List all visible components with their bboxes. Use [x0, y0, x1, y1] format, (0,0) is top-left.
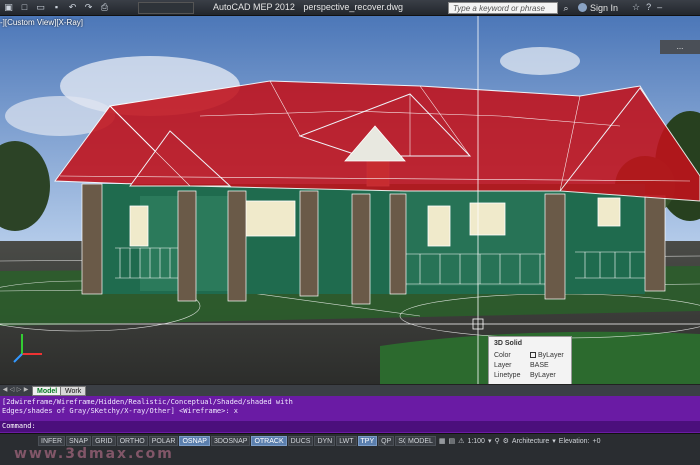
cloud	[500, 47, 580, 75]
tooltip-value-text: ByLayer	[538, 352, 564, 359]
annotation-scale[interactable]: 1:100	[467, 438, 485, 445]
layout-tabs-bar: ◀ ◁ ▷ ▶ Model Work	[0, 384, 700, 396]
help-icon[interactable]: ?	[646, 2, 651, 13]
tab-work[interactable]: Work	[60, 386, 87, 396]
toggle-qp[interactable]: QP	[378, 436, 395, 446]
tooltip-key: Linetype	[494, 372, 521, 379]
app-menu-icon[interactable]: ▣	[2, 1, 15, 14]
user-icon	[578, 3, 587, 12]
toggle-infer[interactable]: INFER	[38, 436, 65, 446]
window-title: AutoCAD MEP 2012 perspective_recover.dwg	[213, 2, 403, 12]
tooltip-value: BASE	[530, 362, 549, 369]
toggle-osnap[interactable]: OSNAP	[179, 436, 210, 446]
toggle-ducs[interactable]: DUCS	[287, 436, 314, 446]
color-swatch-icon	[530, 352, 536, 358]
model-space-button[interactable]: MODEL	[405, 436, 436, 446]
tooltip-key: Color	[494, 352, 511, 359]
elevation-value[interactable]: +0	[593, 438, 601, 445]
tooltip-key: Layer	[494, 362, 512, 369]
elevation-label: Elevation:	[558, 437, 590, 445]
sign-in-button[interactable]: Sign In	[578, 3, 618, 13]
search-input[interactable]: Type a keyword or phrase	[448, 2, 558, 14]
tooltip-row: Linetype ByLayer	[494, 371, 566, 381]
toggle-tpy[interactable]: TPY	[357, 436, 378, 446]
app-title: AutoCAD MEP 2012	[213, 2, 295, 12]
prev-tab-icon[interactable]: ◁	[9, 386, 15, 395]
tab-model[interactable]: Model	[32, 386, 63, 396]
quick-access-toolbar: ▣ □ ▭ ▪ ↶ ↷ ⎙	[0, 1, 111, 15]
undo-icon[interactable]: ↶	[66, 1, 79, 14]
chevron-down-icon[interactable]: ▾	[488, 437, 492, 445]
tooltip-value: ByLayer	[530, 351, 564, 361]
redo-icon[interactable]: ↷	[82, 1, 95, 14]
open-icon[interactable]: ▭	[34, 1, 47, 14]
tab-navigation: ◀ ◁ ▷ ▶	[2, 386, 29, 395]
new-icon[interactable]: □	[18, 1, 31, 14]
tooltip-title: 3D Solid	[494, 340, 523, 347]
file-name: perspective_recover.dwg	[303, 2, 403, 12]
toggle-otrack[interactable]: OTRACK	[251, 436, 287, 446]
first-tab-icon[interactable]: ◀	[2, 386, 8, 395]
command-input[interactable]: Command:	[0, 421, 700, 432]
next-tab-icon[interactable]: ▷	[16, 386, 22, 395]
display-configuration[interactable]: Architecture	[512, 438, 549, 445]
tooltip-row: Layer BASE	[494, 361, 566, 371]
command-history-line: Edges/shades of Gray/SKetchy/X-ray/Other…	[2, 407, 239, 415]
title-bar: ▣ □ ▭ ▪ ↶ ↷ ⎙ AutoCAD MEP 2012 perspecti…	[0, 0, 700, 16]
workspace-dropdown[interactable]	[138, 2, 194, 14]
command-history: [2dwireframe/Wireframe/Hidden/Realistic/…	[2, 398, 322, 416]
command-window[interactable]: [2dwireframe/Wireframe/Hidden/Realistic/…	[0, 396, 700, 433]
viewport-controls[interactable]: -][Custom View][X-Ray]	[0, 18, 83, 27]
tooltip-value: ByLayer	[530, 372, 556, 379]
toggle-lwt[interactable]: LWT	[336, 436, 357, 446]
minimize-icon[interactable]: –	[657, 2, 662, 13]
viewport-close-button[interactable]: ...	[660, 40, 700, 54]
annotation-visibility-icon[interactable]: ⚲	[494, 437, 499, 445]
last-tab-icon[interactable]: ▶	[23, 386, 29, 395]
toggle-3dosnap[interactable]: 3DOSNAP	[210, 436, 251, 446]
status-bar-right: MODEL ▦ ▤ ⚠ 1:100 ▾ ⚲ ⚙ Architecture ▾ E…	[405, 436, 601, 446]
command-history-line: [2dwireframe/Wireframe/Hidden/Realistic/…	[2, 398, 293, 406]
search-icon[interactable]: ⌕	[560, 2, 572, 14]
toggle-snap[interactable]: SNAP	[66, 436, 92, 446]
layout-icon[interactable]: ▦	[439, 437, 446, 445]
status-bar: INFER SNAP GRID ORTHO POLAR OSNAP 3DOSNAP OTRAC…	[0, 433, 700, 465]
tooltip-row: Color ByLayer	[494, 351, 566, 361]
watermark: www.3dmax.com	[14, 446, 174, 462]
chevron-down-icon[interactable]: ▾	[552, 437, 556, 445]
gear-icon[interactable]: ⚙	[503, 437, 509, 445]
save-icon[interactable]: ▪	[50, 1, 63, 14]
plot-icon[interactable]: ⎙	[98, 1, 111, 14]
sign-in-label: Sign In	[590, 3, 619, 13]
star-icon[interactable]: ☆	[632, 2, 640, 13]
viewport-icon[interactable]: ▤	[449, 437, 456, 445]
drawing-viewport[interactable]: -][Custom View][X-Ray] ...	[0, 16, 700, 384]
title-bar-tools: ☆ ? –	[632, 2, 662, 13]
toggle-dyn[interactable]: DYN	[314, 436, 336, 446]
toggle-grid[interactable]: GRID	[92, 436, 116, 446]
toggle-ortho[interactable]: ORTHO	[116, 436, 148, 446]
toggle-polar[interactable]: POLAR	[148, 436, 179, 446]
house-3d-scene	[0, 16, 700, 384]
annotation-scale-icon[interactable]: ⚠	[458, 437, 464, 445]
drafting-toggles: INFER SNAP GRID ORTHO POLAR OSNAP 3DOSNAP OTRAC…	[38, 436, 411, 446]
